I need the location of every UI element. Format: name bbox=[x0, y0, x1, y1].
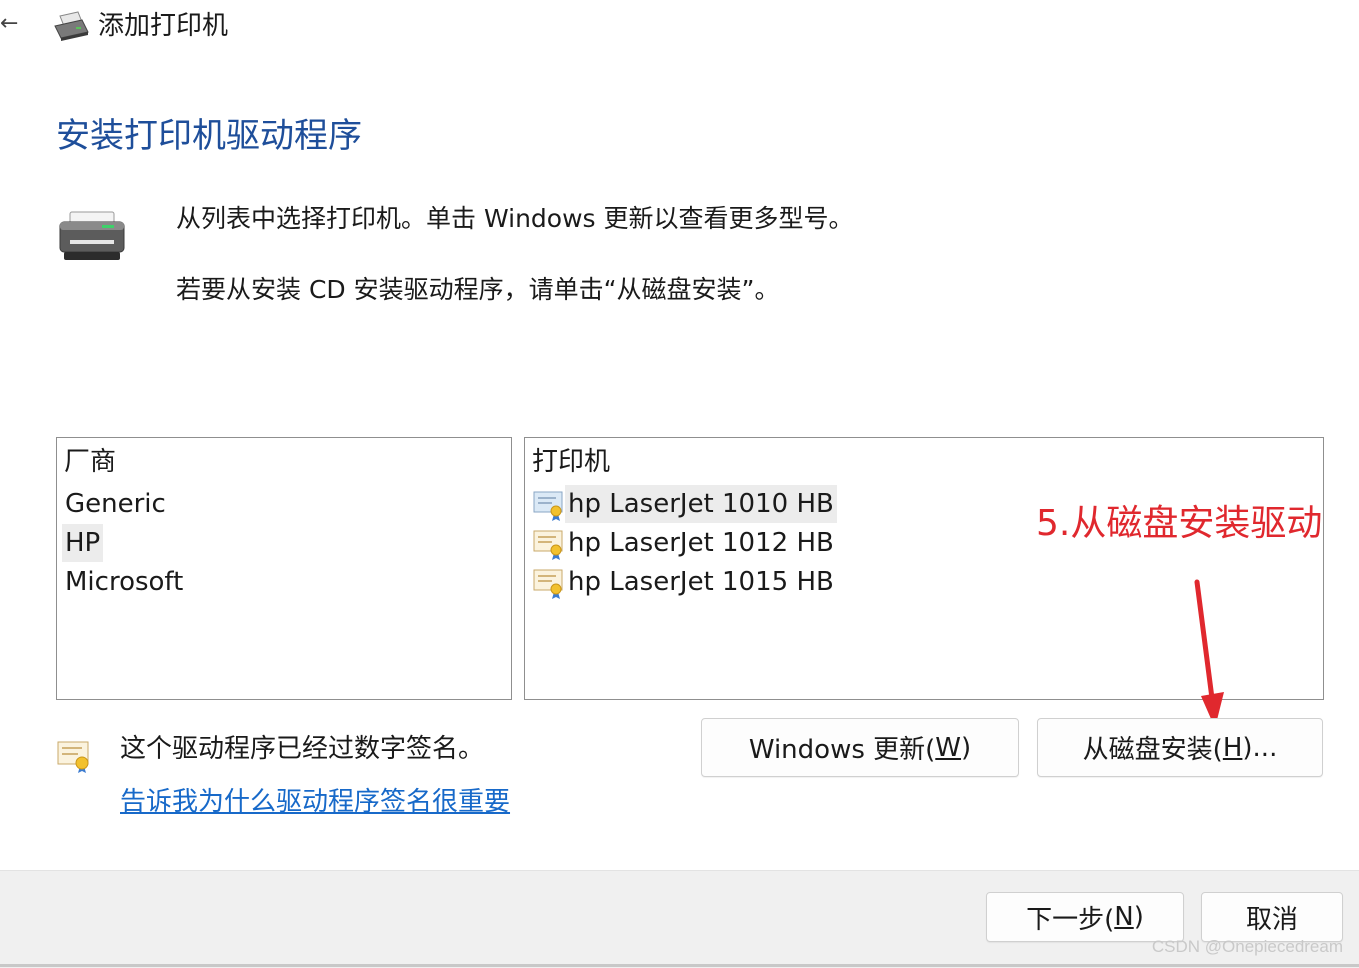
watermark: CSDN @Onepiecedream bbox=[1151, 937, 1343, 956]
manufacturer-item-microsoft[interactable]: Microsoft bbox=[62, 563, 186, 601]
cancel-button[interactable]: 取消 bbox=[1201, 892, 1343, 942]
signature-info-link[interactable]: 告诉我为什么驱动程序签名很重要 bbox=[120, 784, 510, 820]
certificate-icon bbox=[532, 527, 566, 561]
manufacturer-list-header: 厂商 bbox=[64, 447, 117, 477]
manufacturer-item-generic[interactable]: Generic bbox=[62, 485, 169, 523]
signed-certificate-icon bbox=[56, 738, 92, 774]
manufacturer-item-hp[interactable]: HP bbox=[62, 524, 104, 562]
certificate-icon bbox=[532, 488, 566, 522]
printer-item-1010[interactable]: hp LaserJet 1010 HB bbox=[565, 485, 837, 523]
next-button[interactable]: 下一步(N) bbox=[986, 892, 1184, 942]
windows-update-label-suffix: ) bbox=[961, 732, 972, 763]
printer-icon bbox=[58, 210, 126, 262]
manufacturer-list[interactable]: 厂商 Generic HP Microsoft bbox=[56, 437, 512, 700]
windows-update-button[interactable]: Windows 更新(W) bbox=[701, 718, 1019, 777]
annotation-label: 5.从磁盘安装驱动 bbox=[1036, 503, 1323, 544]
page-heading: 安装打印机驱动程序 bbox=[56, 116, 362, 156]
next-accelerator: N bbox=[1114, 902, 1134, 932]
back-arrow-icon[interactable]: ← bbox=[0, 12, 20, 36]
annotation-arrow-icon bbox=[1194, 579, 1224, 728]
printer-title-icon bbox=[52, 10, 90, 42]
printer-item-1015[interactable]: hp LaserJet 1015 HB bbox=[565, 563, 837, 601]
have-disk-accelerator: H bbox=[1222, 732, 1243, 763]
printer-list-header: 打印机 bbox=[532, 447, 611, 477]
signature-status-text: 这个驱动程序已经过数字签名。 bbox=[120, 734, 485, 764]
description-line-1: 从列表中选择打印机。单击 Windows 更新以查看更多型号。 bbox=[176, 204, 854, 233]
description-line-2: 若要从安装 CD 安装驱动程序，请单击“从磁盘安装”。 bbox=[176, 275, 780, 304]
printer-item-1012[interactable]: hp LaserJet 1012 HB bbox=[565, 524, 837, 562]
have-disk-label-suffix: )... bbox=[1242, 732, 1278, 763]
window-title: 添加打印机 bbox=[98, 11, 229, 41]
next-label-suffix: ) bbox=[1133, 902, 1144, 932]
have-disk-label-prefix: 从磁盘安装( bbox=[1082, 735, 1223, 765]
have-disk-button[interactable]: 从磁盘安装(H)... bbox=[1037, 718, 1323, 777]
next-label-prefix: 下一步( bbox=[1026, 904, 1115, 935]
certificate-icon bbox=[532, 566, 566, 600]
windows-update-label-prefix: Windows 更新( bbox=[748, 735, 936, 765]
windows-update-accelerator: W bbox=[935, 732, 962, 763]
